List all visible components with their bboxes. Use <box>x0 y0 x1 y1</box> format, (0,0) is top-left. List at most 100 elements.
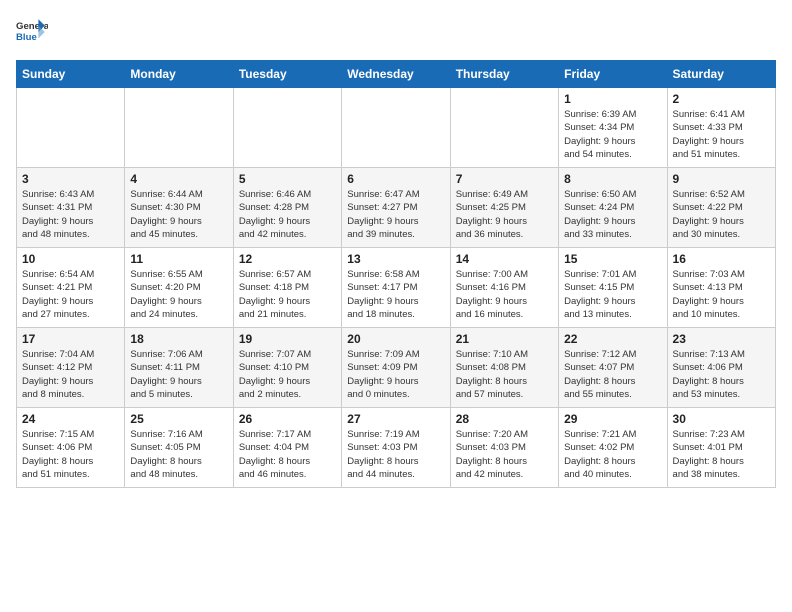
calendar-cell: 23Sunrise: 7:13 AMSunset: 4:06 PMDayligh… <box>667 328 775 408</box>
day-info: Sunrise: 6:46 AMSunset: 4:28 PMDaylight:… <box>239 188 336 241</box>
day-number: 4 <box>130 172 227 186</box>
calendar-cell: 6 Sunrise: 6:47 AMSunset: 4:27 PMDaylight… <box>342 168 450 248</box>
weekday-header: Tuesday <box>233 61 341 88</box>
day-info: Sunrise: 7:21 AMSunset: 4:02 PMDaylight:… <box>564 428 661 481</box>
day-number: 16 <box>673 252 770 266</box>
calendar-cell: 20 Sunrise: 7:09 AMSunset: 4:09 PMDayligh… <box>342 328 450 408</box>
day-number: 18 <box>130 332 227 346</box>
calendar-cell: 17 Sunrise: 7:04 AMSunset: 4:12 PMDayligh… <box>17 328 125 408</box>
calendar-cell: 8 Sunrise: 6:50 AMSunset: 4:24 PMDaylight… <box>559 168 667 248</box>
weekday-header: Wednesday <box>342 61 450 88</box>
day-info: Sunrise: 7:13 AMSunset: 4:06 PMDaylight:… <box>673 348 770 401</box>
calendar-cell: 26 Sunrise: 7:17 AMSunset: 4:04 PMDayligh… <box>233 408 341 488</box>
day-info: Sunrise: 6:52 AMSunset: 4:22 PMDaylight:… <box>673 188 770 241</box>
day-info: Sunrise: 7:09 AMSunset: 4:09 PMDaylight:… <box>347 348 444 401</box>
day-number: 25 <box>130 412 227 426</box>
calendar-cell: 19 Sunrise: 7:07 AMSunset: 4:10 PMDayligh… <box>233 328 341 408</box>
day-number: 2 <box>673 92 770 106</box>
calendar-cell: 22Sunrise: 7:12 AMSunset: 4:07 PMDayligh… <box>559 328 667 408</box>
day-info: Sunrise: 6:55 AMSunset: 4:20 PMDaylight:… <box>130 268 227 321</box>
day-info: Sunrise: 6:50 AMSunset: 4:24 PMDaylight:… <box>564 188 661 241</box>
day-number: 12 <box>239 252 336 266</box>
day-number: 5 <box>239 172 336 186</box>
calendar-cell: 24 Sunrise: 7:15 AMSunset: 4:06 PMDayligh… <box>17 408 125 488</box>
calendar-cell: 12 Sunrise: 6:57 AMSunset: 4:18 PMDayligh… <box>233 248 341 328</box>
day-info: Sunrise: 7:15 AMSunset: 4:06 PMDaylight:… <box>22 428 119 481</box>
day-number: 13 <box>347 252 444 266</box>
calendar-cell <box>450 88 558 168</box>
day-info: Sunrise: 7:06 AMSunset: 4:11 PMDaylight:… <box>130 348 227 401</box>
logo-icon: GeneralBlue <box>16 16 48 48</box>
calendar-table: SundayMondayTuesdayWednesdayThursdayFrid… <box>16 60 776 488</box>
day-number: 20 <box>347 332 444 346</box>
calendar-week-row: 1 Sunrise: 6:39 AMSunset: 4:34 PMDaylight… <box>17 88 776 168</box>
logo: GeneralBlue <box>16 16 48 48</box>
weekday-header: Thursday <box>450 61 558 88</box>
weekday-header: Monday <box>125 61 233 88</box>
calendar-cell: 14 Sunrise: 7:00 AMSunset: 4:16 PMDayligh… <box>450 248 558 328</box>
day-number: 28 <box>456 412 553 426</box>
day-info: Sunrise: 6:49 AMSunset: 4:25 PMDaylight:… <box>456 188 553 241</box>
day-info: Sunrise: 7:04 AMSunset: 4:12 PMDaylight:… <box>22 348 119 401</box>
calendar-cell: 25 Sunrise: 7:16 AMSunset: 4:05 PMDayligh… <box>125 408 233 488</box>
day-info: Sunrise: 7:23 AMSunset: 4:01 PMDaylight:… <box>673 428 770 481</box>
day-info: Sunrise: 6:58 AMSunset: 4:17 PMDaylight:… <box>347 268 444 321</box>
calendar-cell: 30 Sunrise: 7:23 AMSunset: 4:01 PMDayligh… <box>667 408 775 488</box>
day-info: Sunrise: 6:47 AMSunset: 4:27 PMDaylight:… <box>347 188 444 241</box>
calendar-week-row: 10 Sunrise: 6:54 AMSunset: 4:21 PMDayligh… <box>17 248 776 328</box>
calendar-cell: 5 Sunrise: 6:46 AMSunset: 4:28 PMDaylight… <box>233 168 341 248</box>
day-number: 21 <box>456 332 553 346</box>
calendar-cell: 10 Sunrise: 6:54 AMSunset: 4:21 PMDayligh… <box>17 248 125 328</box>
day-number: 30 <box>673 412 770 426</box>
calendar-cell <box>342 88 450 168</box>
day-number: 7 <box>456 172 553 186</box>
calendar-week-row: 24 Sunrise: 7:15 AMSunset: 4:06 PMDayligh… <box>17 408 776 488</box>
day-info: Sunrise: 7:01 AMSunset: 4:15 PMDaylight:… <box>564 268 661 321</box>
day-number: 9 <box>673 172 770 186</box>
day-number: 11 <box>130 252 227 266</box>
day-number: 14 <box>456 252 553 266</box>
calendar-cell: 21Sunrise: 7:10 AMSunset: 4:08 PMDayligh… <box>450 328 558 408</box>
day-number: 15 <box>564 252 661 266</box>
day-number: 29 <box>564 412 661 426</box>
day-info: Sunrise: 7:03 AMSunset: 4:13 PMDaylight:… <box>673 268 770 321</box>
day-info: Sunrise: 7:07 AMSunset: 4:10 PMDaylight:… <box>239 348 336 401</box>
svg-text:Blue: Blue <box>16 32 37 43</box>
calendar-cell: 2 Sunrise: 6:41 AMSunset: 4:33 PMDaylight… <box>667 88 775 168</box>
day-number: 8 <box>564 172 661 186</box>
calendar-cell <box>17 88 125 168</box>
day-info: Sunrise: 7:16 AMSunset: 4:05 PMDaylight:… <box>130 428 227 481</box>
calendar-week-row: 3 Sunrise: 6:43 AMSunset: 4:31 PMDaylight… <box>17 168 776 248</box>
day-number: 3 <box>22 172 119 186</box>
day-info: Sunrise: 7:00 AMSunset: 4:16 PMDaylight:… <box>456 268 553 321</box>
day-info: Sunrise: 6:39 AMSunset: 4:34 PMDaylight:… <box>564 108 661 161</box>
day-info: Sunrise: 6:41 AMSunset: 4:33 PMDaylight:… <box>673 108 770 161</box>
day-number: 17 <box>22 332 119 346</box>
day-info: Sunrise: 7:17 AMSunset: 4:04 PMDaylight:… <box>239 428 336 481</box>
calendar-cell: 28Sunrise: 7:20 AMSunset: 4:03 PMDayligh… <box>450 408 558 488</box>
day-number: 19 <box>239 332 336 346</box>
weekday-header: Saturday <box>667 61 775 88</box>
day-info: Sunrise: 6:57 AMSunset: 4:18 PMDaylight:… <box>239 268 336 321</box>
calendar-cell: 16 Sunrise: 7:03 AMSunset: 4:13 PMDayligh… <box>667 248 775 328</box>
day-number: 10 <box>22 252 119 266</box>
calendar-cell: 9 Sunrise: 6:52 AMSunset: 4:22 PMDaylight… <box>667 168 775 248</box>
day-number: 24 <box>22 412 119 426</box>
day-number: 6 <box>347 172 444 186</box>
day-number: 26 <box>239 412 336 426</box>
calendar-cell: 7 Sunrise: 6:49 AMSunset: 4:25 PMDaylight… <box>450 168 558 248</box>
calendar-cell <box>233 88 341 168</box>
calendar-cell: 13 Sunrise: 6:58 AMSunset: 4:17 PMDayligh… <box>342 248 450 328</box>
day-number: 22 <box>564 332 661 346</box>
calendar-cell: 18 Sunrise: 7:06 AMSunset: 4:11 PMDayligh… <box>125 328 233 408</box>
day-number: 27 <box>347 412 444 426</box>
day-number: 1 <box>564 92 661 106</box>
weekday-header: Sunday <box>17 61 125 88</box>
day-info: Sunrise: 6:54 AMSunset: 4:21 PMDaylight:… <box>22 268 119 321</box>
calendar-week-row: 17 Sunrise: 7:04 AMSunset: 4:12 PMDayligh… <box>17 328 776 408</box>
page-header: GeneralBlue <box>16 16 776 48</box>
calendar-cell: 27 Sunrise: 7:19 AMSunset: 4:03 PMDayligh… <box>342 408 450 488</box>
day-info: Sunrise: 6:43 AMSunset: 4:31 PMDaylight:… <box>22 188 119 241</box>
weekday-header: Friday <box>559 61 667 88</box>
day-info: Sunrise: 7:19 AMSunset: 4:03 PMDaylight:… <box>347 428 444 481</box>
